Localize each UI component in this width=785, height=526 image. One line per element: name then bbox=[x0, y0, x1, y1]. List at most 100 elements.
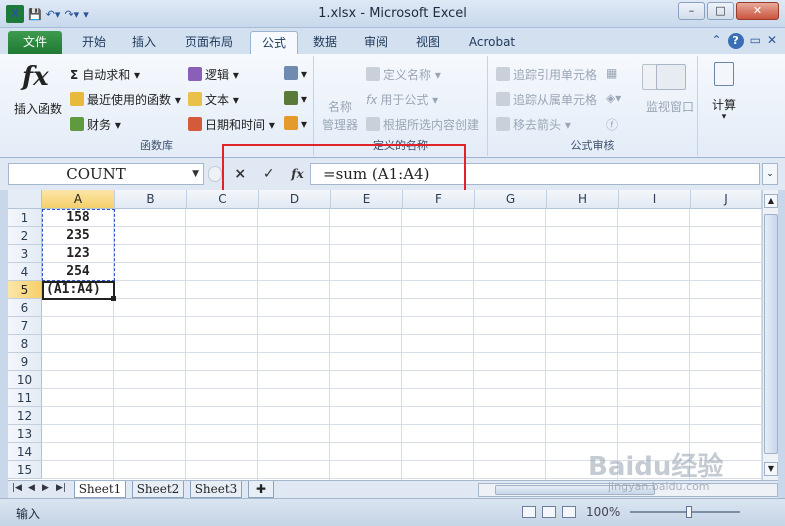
sheet-tab-3[interactable]: Sheet3 bbox=[190, 481, 242, 498]
cancel-button[interactable]: × bbox=[234, 166, 246, 182]
column-header-a[interactable]: A bbox=[42, 190, 115, 209]
column-header-e[interactable]: E bbox=[331, 190, 403, 209]
recent-functions-button[interactable]: 最近使用的函数 ▾ bbox=[70, 91, 181, 108]
row-header-10[interactable]: 10 bbox=[8, 371, 42, 389]
formula-bar-splitter[interactable] bbox=[208, 166, 222, 182]
create-from-selection-button[interactable]: 根据所选内容创建 bbox=[366, 116, 479, 133]
error-checking-icon[interactable]: ◈▾ bbox=[606, 91, 621, 105]
fill-handle[interactable] bbox=[111, 296, 116, 301]
tab-page-layout[interactable]: 页面布局 bbox=[176, 31, 242, 54]
column-header-d[interactable]: D bbox=[259, 190, 331, 209]
column-header-g[interactable]: G bbox=[475, 190, 547, 209]
trace-precedents-button[interactable]: 追踪引用单元格 bbox=[496, 66, 597, 83]
calculation-button[interactable]: 计算 bbox=[702, 96, 746, 113]
prev-sheet-icon[interactable]: ◀ bbox=[28, 483, 35, 493]
select-all-corner[interactable] bbox=[8, 190, 42, 209]
column-header-j[interactable]: J bbox=[691, 190, 762, 209]
horizontal-scrollbar[interactable] bbox=[478, 483, 778, 497]
tab-insert[interactable]: 插入 bbox=[122, 31, 166, 54]
tab-file[interactable]: 文件 bbox=[8, 31, 62, 54]
row-header-3[interactable]: 3 bbox=[8, 245, 42, 263]
zoom-slider-knob[interactable] bbox=[686, 506, 692, 518]
insert-function-button[interactable]: 插入函数 bbox=[12, 100, 64, 117]
row-header-5[interactable]: 5 bbox=[8, 281, 42, 299]
row-header-2[interactable]: 2 bbox=[8, 227, 42, 245]
scroll-down-icon[interactable]: ▼ bbox=[764, 462, 778, 476]
name-box-dropdown-icon[interactable]: ▼ bbox=[192, 164, 199, 184]
insert-function-icon[interactable]: fx bbox=[22, 62, 49, 92]
trace-dependents-button[interactable]: 追踪从属单元格 bbox=[496, 91, 597, 108]
next-sheet-icon[interactable]: ▶ bbox=[42, 483, 49, 493]
show-formulas-icon[interactable]: ▦ bbox=[606, 66, 617, 80]
calculation-dropdown-icon[interactable]: ▾ bbox=[718, 112, 730, 122]
math-trig-button[interactable]: ▾ bbox=[284, 91, 307, 106]
financial-button[interactable]: 财务 ▾ bbox=[70, 116, 121, 133]
column-header-i[interactable]: I bbox=[619, 190, 691, 209]
last-sheet-icon[interactable]: ▶| bbox=[56, 483, 66, 493]
watch-window-button[interactable]: 监视窗口 bbox=[640, 98, 700, 115]
formula-input[interactable]: =sum (A1:A4) bbox=[310, 163, 760, 185]
use-in-formula-button[interactable]: fx 用于公式 ▾ bbox=[366, 91, 438, 108]
text-button[interactable]: 文本 ▾ bbox=[188, 91, 239, 108]
cell-a2[interactable]: 235 bbox=[42, 227, 114, 245]
row-header-15[interactable]: 15 bbox=[8, 461, 42, 479]
name-manager-label-2[interactable]: 管理器 bbox=[318, 116, 362, 133]
lookup-reference-button[interactable]: ▾ bbox=[284, 66, 307, 81]
help-icon[interactable]: ? bbox=[727, 33, 744, 49]
datetime-button[interactable]: 日期和时间 ▾ bbox=[188, 116, 275, 133]
row-header-7[interactable]: 7 bbox=[8, 317, 42, 335]
minimize-ribbon-icon[interactable]: ⌃ bbox=[712, 33, 722, 49]
minimize-button[interactable]: – bbox=[678, 2, 705, 20]
name-manager-label-1[interactable]: 名称 bbox=[320, 98, 360, 115]
zoom-slider[interactable] bbox=[630, 511, 740, 513]
cell-a3[interactable]: 123 bbox=[42, 245, 114, 263]
row-header-1[interactable]: 1 bbox=[8, 209, 42, 227]
evaluate-formula-icon[interactable]: ⓕ bbox=[606, 116, 618, 133]
normal-view-icon[interactable] bbox=[522, 506, 536, 518]
tab-data[interactable]: 数据 bbox=[304, 31, 346, 54]
vertical-scroll-thumb[interactable] bbox=[764, 214, 778, 454]
first-sheet-icon[interactable]: |◀ bbox=[12, 483, 22, 493]
row-header-4[interactable]: 4 bbox=[8, 263, 42, 281]
row-header-13[interactable]: 13 bbox=[8, 425, 42, 443]
page-layout-view-icon[interactable] bbox=[542, 506, 556, 518]
maximize-button[interactable]: □ bbox=[707, 2, 734, 20]
cell-a5-content[interactable]: (A1:A4) bbox=[46, 281, 116, 299]
tab-formulas[interactable]: 公式 bbox=[250, 31, 298, 54]
horizontal-scroll-thumb[interactable] bbox=[495, 485, 655, 495]
tab-acrobat[interactable]: Acrobat bbox=[460, 31, 524, 54]
cell-a1[interactable]: 158 bbox=[42, 209, 114, 227]
insert-function-fx-button[interactable]: fx bbox=[291, 167, 303, 181]
tab-home[interactable]: 开始 bbox=[72, 31, 116, 54]
sheet-tab-1[interactable]: Sheet1 bbox=[74, 481, 126, 498]
row-header-14[interactable]: 14 bbox=[8, 443, 42, 461]
define-name-button[interactable]: 定义名称 ▾ bbox=[366, 66, 441, 83]
page-break-view-icon[interactable] bbox=[562, 506, 576, 518]
autosum-button[interactable]: Σ 自动求和 ▾ bbox=[70, 66, 140, 83]
vertical-scrollbar[interactable]: ▲ ▼ bbox=[762, 190, 778, 480]
insert-sheet-icon[interactable]: ✚ bbox=[248, 481, 274, 498]
row-header-6[interactable]: 6 bbox=[8, 299, 42, 317]
row-header-11[interactable]: 11 bbox=[8, 389, 42, 407]
sheet-tab-2[interactable]: Sheet2 bbox=[132, 481, 184, 498]
worksheet-grid[interactable]: A B C D E F G H I J 1 2 3 4 5 6 7 8 9 10… bbox=[8, 190, 762, 480]
row-header-8[interactable]: 8 bbox=[8, 335, 42, 353]
more-functions-button[interactable]: ▾ bbox=[284, 116, 307, 131]
tab-review[interactable]: 审阅 bbox=[354, 31, 398, 54]
restore-window-icon[interactable]: ▭ bbox=[750, 33, 761, 49]
zoom-level[interactable]: 100% bbox=[586, 505, 620, 519]
column-header-h[interactable]: H bbox=[547, 190, 619, 209]
cell-a4[interactable]: 254 bbox=[42, 263, 114, 281]
close-button[interactable]: ✕ bbox=[736, 2, 779, 20]
row-header-12[interactable]: 12 bbox=[8, 407, 42, 425]
scroll-up-icon[interactable]: ▲ bbox=[764, 194, 778, 208]
close-workbook-icon[interactable]: ✕ bbox=[767, 33, 777, 49]
column-header-b[interactable]: B bbox=[115, 190, 187, 209]
row-header-9[interactable]: 9 bbox=[8, 353, 42, 371]
name-box[interactable]: COUNT ▼ bbox=[8, 163, 204, 185]
remove-arrows-button[interactable]: 移去箭头 ▾ bbox=[496, 116, 571, 133]
column-header-c[interactable]: C bbox=[187, 190, 259, 209]
logical-button[interactable]: 逻辑 ▾ bbox=[188, 66, 239, 83]
expand-formula-bar-icon[interactable]: ⌄ bbox=[762, 163, 778, 185]
tab-view[interactable]: 视图 bbox=[406, 31, 450, 54]
